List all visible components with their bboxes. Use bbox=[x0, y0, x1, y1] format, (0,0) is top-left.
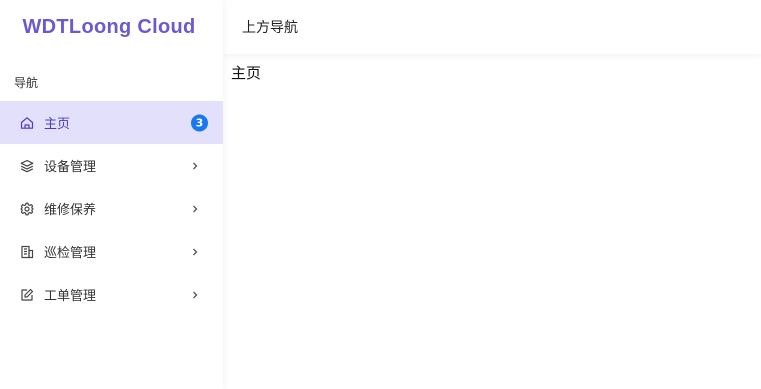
chevron-right-icon bbox=[193, 248, 198, 255]
sidebar-item-home[interactable]: 主页 3 bbox=[0, 101, 223, 144]
header-title: 上方导航 bbox=[242, 20, 298, 36]
gear-icon bbox=[20, 202, 34, 215]
sidebar-item-label: 设备管理 bbox=[44, 160, 97, 175]
brand-logo-text[interactable]: WDTLoong Cloud bbox=[0, 16, 218, 39]
notification-badge: 3 bbox=[191, 114, 208, 131]
top-header: 上方导航 bbox=[223, 0, 761, 54]
page-title: 主页 bbox=[231, 64, 262, 82]
chevron-right-icon bbox=[193, 205, 198, 212]
sidebar-item-maintenance[interactable]: 维修保养 bbox=[0, 187, 223, 230]
sidebar-item-work-orders[interactable]: 工单管理 bbox=[0, 273, 223, 316]
building-icon bbox=[21, 245, 34, 258]
app-root: WDTLoong Cloud 导航 主页 3 设备管理 维修保养 巡检管理 工单… bbox=[0, 0, 761, 389]
sidebar: WDTLoong Cloud 导航 主页 3 设备管理 维修保养 巡检管理 工单… bbox=[0, 0, 223, 389]
sidebar-item-label: 工单管理 bbox=[44, 289, 97, 304]
sidebar-item-label: 巡检管理 bbox=[44, 246, 97, 261]
sidebar-item-label: 主页 bbox=[44, 117, 71, 132]
home-icon bbox=[20, 116, 34, 129]
chevron-right-icon bbox=[193, 162, 198, 169]
chevron-right-icon bbox=[193, 291, 198, 298]
sidebar-item-label: 维修保养 bbox=[44, 203, 97, 218]
edit-icon bbox=[21, 288, 34, 301]
sidebar-item-device-management[interactable]: 设备管理 bbox=[0, 144, 223, 187]
sidebar-item-inspection[interactable]: 巡检管理 bbox=[0, 230, 223, 273]
sidebar-menu: 主页 3 设备管理 维修保养 巡检管理 工单管理 bbox=[0, 101, 223, 316]
layers-icon bbox=[20, 159, 34, 172]
sidebar-section-label: 导航 bbox=[14, 76, 39, 90]
